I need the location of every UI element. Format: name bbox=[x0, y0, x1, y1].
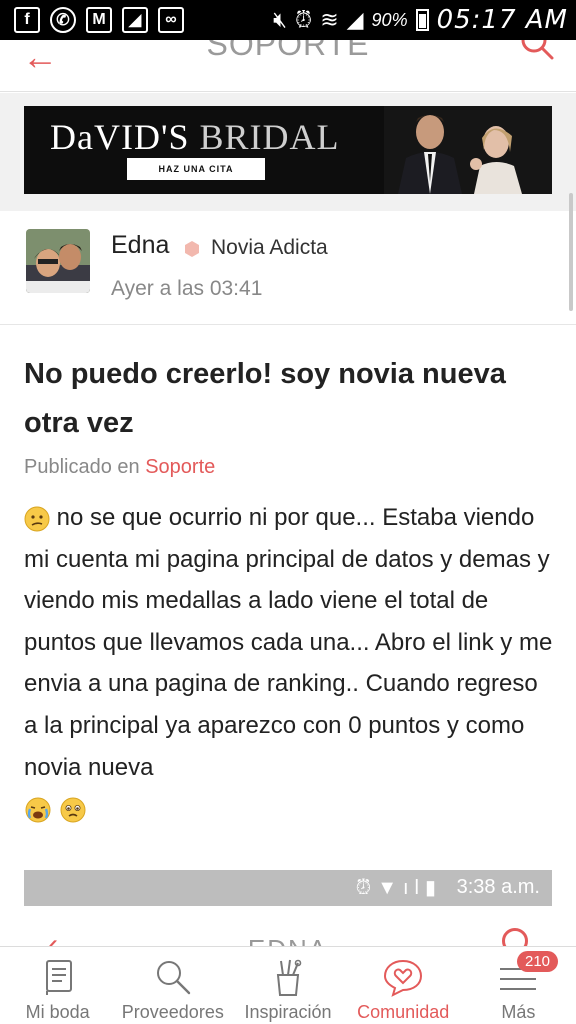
notification-badge: 210 bbox=[516, 951, 559, 972]
ad-banner[interactable]: DaVID'S BRIDAL HAZ UNA CITA bbox=[24, 106, 552, 194]
nav-inspiracion[interactable]: Inspiración bbox=[230, 947, 345, 1024]
search-icon[interactable] bbox=[520, 40, 554, 66]
nav-mi-boda[interactable]: Mi boda bbox=[0, 947, 115, 1024]
post-body-text: no se que ocurrio ni por que... Estaba v… bbox=[24, 504, 553, 781]
post-title: No puedo creerlo! soy novia nueva otra v… bbox=[24, 358, 506, 439]
avatar[interactable] bbox=[26, 229, 90, 293]
gallery-icon: ◢ bbox=[122, 7, 148, 33]
author-name[interactable]: Edna bbox=[111, 231, 169, 260]
search-icon bbox=[156, 961, 190, 995]
embedded-status-bar: ⏰︎▼ıl▮ 3:38 a.m. bbox=[24, 870, 552, 906]
status-bar: f ✆ M ◢ ∞ 🔇︎ ⏰︎ ≋ ◢ 90% 05:17 AM bbox=[0, 0, 576, 40]
facebook-icon: f bbox=[14, 7, 40, 33]
system-icons: 🔇︎ ⏰︎ ≋ ◢ 90% 05:17 AM bbox=[273, 0, 568, 40]
clock: 05:17 AM bbox=[436, 5, 568, 35]
app-header: ← SOPORTE bbox=[0, 40, 576, 92]
post-timestamp: Ayer a las 03:41 bbox=[111, 277, 263, 300]
nav-proveedores[interactable]: Proveedores bbox=[115, 947, 230, 1024]
nav-mas[interactable]: Más 210 bbox=[461, 947, 576, 1024]
mute-icon: 🔇︎ bbox=[273, 7, 288, 32]
tools-icon bbox=[276, 959, 302, 996]
ad-cta-button[interactable]: HAZ UNA CITA bbox=[127, 158, 265, 180]
page-title: SOPORTE bbox=[206, 40, 370, 62]
nav-comunidad[interactable]: Comunidad bbox=[346, 947, 461, 1024]
bottom-navigation: Mi boda Proveedores Inspiración Comunida… bbox=[0, 946, 576, 1024]
wifi-icon: ≋ bbox=[320, 7, 339, 32]
embedded-status-icons: ⏰︎▼ıl▮ bbox=[355, 877, 442, 899]
gmail-icon: M bbox=[86, 7, 112, 33]
embedded-screenshot[interactable]: ⏰︎▼ıl▮ 3:38 a.m. ‹ EDNA bbox=[24, 870, 552, 950]
ad-brand-logo: DaVID'S BRIDAL bbox=[50, 117, 340, 157]
ad-couple-photo bbox=[384, 106, 552, 194]
post-author: Edna Novia Adicta Ayer a las 03:41 bbox=[0, 211, 576, 325]
heart-chat-icon bbox=[384, 959, 423, 997]
voicemail-icon: ∞ bbox=[158, 7, 184, 33]
ad-area: DaVID'S BRIDAL HAZ UNA CITA bbox=[0, 93, 576, 311]
sad-face-icon bbox=[60, 797, 86, 823]
category-link[interactable]: Soporte bbox=[145, 456, 215, 478]
notebook-icon bbox=[45, 960, 72, 995]
author-rank: Novia Adicta bbox=[211, 236, 328, 259]
battery-icon bbox=[415, 9, 429, 31]
alarm-icon: ⏰︎ bbox=[295, 7, 313, 32]
notification-icons: f ✆ M ◢ ∞ bbox=[0, 7, 184, 33]
confused-face-icon bbox=[24, 506, 50, 532]
crying-face-icon bbox=[25, 797, 51, 823]
whatsapp-icon: ✆ bbox=[50, 7, 76, 33]
post-body: no se que ocurrio ni por que... Estaba v… bbox=[24, 497, 554, 830]
rank-badge-icon bbox=[185, 241, 199, 257]
published-in: Publicado en Soporte bbox=[24, 456, 216, 478]
embedded-time: 3:38 a.m. bbox=[456, 876, 540, 898]
signal-icon: ◢ bbox=[346, 7, 364, 32]
battery-percent: 90% bbox=[371, 9, 408, 30]
